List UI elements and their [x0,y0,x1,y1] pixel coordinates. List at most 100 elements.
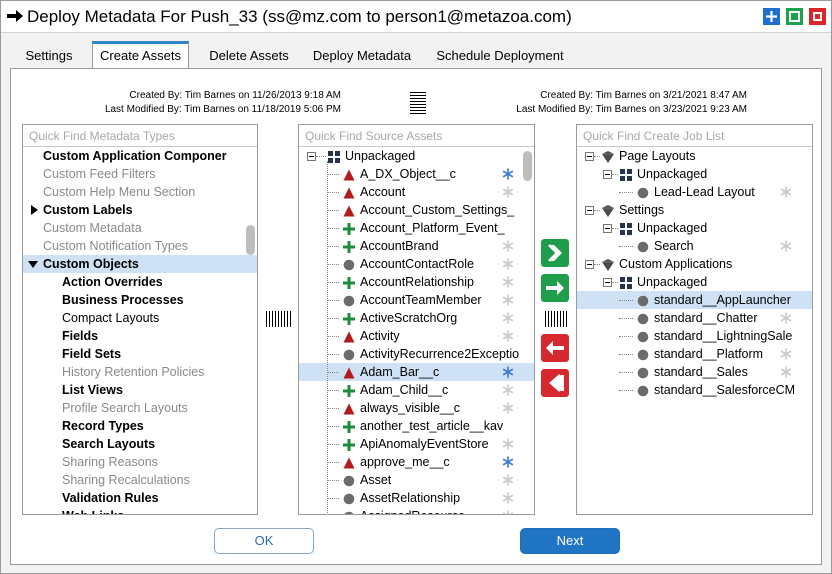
add-all-button[interactable] [541,239,569,267]
source-asset-item[interactable]: AccountContactRole [299,255,534,273]
tab-schedule-deployment[interactable]: Schedule Deployment [430,41,570,68]
job-list-node[interactable]: Settings [577,201,812,219]
source-asset-item[interactable]: AccountRelationship [299,273,534,291]
source-asset-item[interactable]: AssignedResource [299,507,534,514]
metadata-type-item[interactable]: Web Links [23,507,257,514]
metadata-type-item[interactable]: Custom Notification Types [23,237,257,255]
asterisk-icon [502,384,514,396]
metadata-type-item[interactable]: Action Overrides [23,273,257,291]
remove-selected-button[interactable] [541,334,569,362]
source-asset-item[interactable]: AccountBrand [299,237,534,255]
close-button[interactable] [809,8,826,25]
collapse-toggle-icon[interactable] [585,152,594,162]
metadata-type-item[interactable]: Sharing Reasons [23,453,257,471]
collapse-toggle-icon[interactable] [603,170,612,180]
create-assets-pane: Created By: Tim Barnes on 11/26/2013 9:1… [10,68,822,565]
metadata-type-item[interactable]: Record Types [23,417,257,435]
job-list-node[interactable]: Custom Applications [577,255,812,273]
source-assets-search-input[interactable]: Quick Find Source Assets [299,125,534,147]
metadata-type-item[interactable]: Custom Help Menu Section [23,183,257,201]
job-list-tree: Page Layouts Unpackaged Lead-Lead Layout Se… [577,147,812,399]
job-list-node[interactable]: Page Layouts [577,147,812,165]
job-list-node[interactable]: Unpackaged [577,219,812,237]
source-root-node[interactable]: Unpackaged [299,147,534,165]
source-asset-label: Adam_Child__c [360,383,449,397]
metadata-type-item[interactable]: Fields [23,327,257,345]
tab-settings[interactable]: Settings [14,41,84,68]
job-list-node[interactable]: Lead-Lead Layout [577,183,812,201]
source-asset-item[interactable]: always_visible__c [299,399,534,417]
metadata-type-label: Action Overrides [62,275,163,289]
tab-bar: Settings Create Assets Delete Assets Dep… [10,41,822,69]
source-assets-scrollbar[interactable] [523,151,532,181]
metadata-type-item[interactable]: Compact Layouts [23,309,257,327]
remove-all-button[interactable] [541,369,569,397]
platform-event-plus-icon [343,312,355,325]
job-list-node[interactable]: standard__SalesforceCM [577,381,812,399]
source-asset-item[interactable]: Activity [299,327,534,345]
object-triangle-icon [343,457,355,469]
collapse-toggle-icon[interactable] [307,152,316,162]
metadata-type-item[interactable]: Business Processes [23,291,257,309]
collapse-toggle-icon[interactable] [603,278,612,288]
source-asset-item[interactable]: Account_Platform_Event_ [299,219,534,237]
source-asset-item[interactable]: another_test_article__kav [299,417,534,435]
tab-delete-assets[interactable]: Delete Assets [198,41,300,68]
job-list-search-input[interactable]: Quick Find Create Job List [577,125,812,147]
metadata-type-item[interactable]: List Views [23,381,257,399]
metadata-types-search-input[interactable]: Quick Find Metadata Types [23,125,257,147]
source-asset-item[interactable]: ActiveScratchOrg [299,309,534,327]
tab-deploy-metadata[interactable]: Deploy Metadata [307,41,417,68]
standard-object-circle-icon [637,385,649,397]
source-asset-item[interactable]: Adam_Bar__c [299,363,534,381]
splitter-grip-icon[interactable] [265,311,293,327]
metadata-type-item[interactable]: Search Layouts [23,435,257,453]
job-list-node[interactable]: Search [577,237,812,255]
metadata-type-item[interactable]: Field Sets [23,345,257,363]
next-button[interactable]: Next [520,528,620,554]
metadata-type-label: History Retention Policies [62,365,205,379]
metadata-type-item[interactable]: Sharing Recalculations [23,471,257,489]
collapse-toggle-icon[interactable] [585,206,594,216]
job-list-node[interactable]: standard__Sales [577,363,812,381]
maximize-plus-button[interactable] [763,8,780,25]
metadata-type-item[interactable]: Custom Application Componer [23,147,257,165]
job-list-node[interactable]: standard__AppLauncher [577,291,812,309]
asterisk-icon [502,276,514,288]
job-list-node[interactable]: Unpackaged [577,165,812,183]
source-asset-item[interactable]: AccountTeamMember [299,291,534,309]
source-asset-item[interactable]: ActivityRecurrence2Exceptio [299,345,534,363]
title-bar: Deploy Metadata For Push_33 (ss@mz.com t… [1,1,831,33]
source-asset-item[interactable]: Adam_Child__c [299,381,534,399]
source-asset-item[interactable]: Asset [299,471,534,489]
metadata-type-item[interactable]: Custom Metadata [23,219,257,237]
collapse-toggle-icon[interactable] [585,260,594,270]
source-asset-item[interactable]: approve_me__c [299,453,534,471]
collapse-toggle-icon[interactable] [603,224,612,234]
ok-button[interactable]: OK [214,528,314,554]
source-asset-item[interactable]: AssetRelationship [299,489,534,507]
caret-right-icon[interactable] [31,205,38,215]
metadata-type-item[interactable]: Custom Labels [23,201,257,219]
caret-down-icon[interactable] [28,261,38,268]
tab-create-assets[interactable]: Create Assets [92,41,189,69]
metadata-types-scrollbar[interactable] [246,225,255,255]
metadata-type-item[interactable]: History Retention Policies [23,363,257,381]
source-asset-item[interactable]: Account [299,183,534,201]
job-list-node[interactable]: Unpackaged [577,273,812,291]
restore-button[interactable] [786,8,803,25]
metadata-type-item[interactable]: Custom Objects [23,255,257,273]
job-list-node[interactable]: standard__Chatter [577,309,812,327]
tree-connector [327,390,339,391]
job-list-node[interactable]: standard__Platform [577,345,812,363]
metadata-type-item[interactable]: Custom Feed Filters [23,165,257,183]
source-asset-item[interactable]: Account_Custom_Settings_ [299,201,534,219]
metadata-type-item[interactable]: Validation Rules [23,489,257,507]
source-asset-item[interactable]: ApiAnomalyEventStore [299,435,534,453]
source-asset-label: AssignedResource [360,509,465,514]
metadata-type-item[interactable]: Profile Search Layouts [23,399,257,417]
add-selected-button[interactable] [541,274,569,302]
drag-handle-icon[interactable] [409,91,427,117]
job-list-node[interactable]: standard__LightningSale [577,327,812,345]
source-asset-item[interactable]: A_DX_Object__c [299,165,534,183]
